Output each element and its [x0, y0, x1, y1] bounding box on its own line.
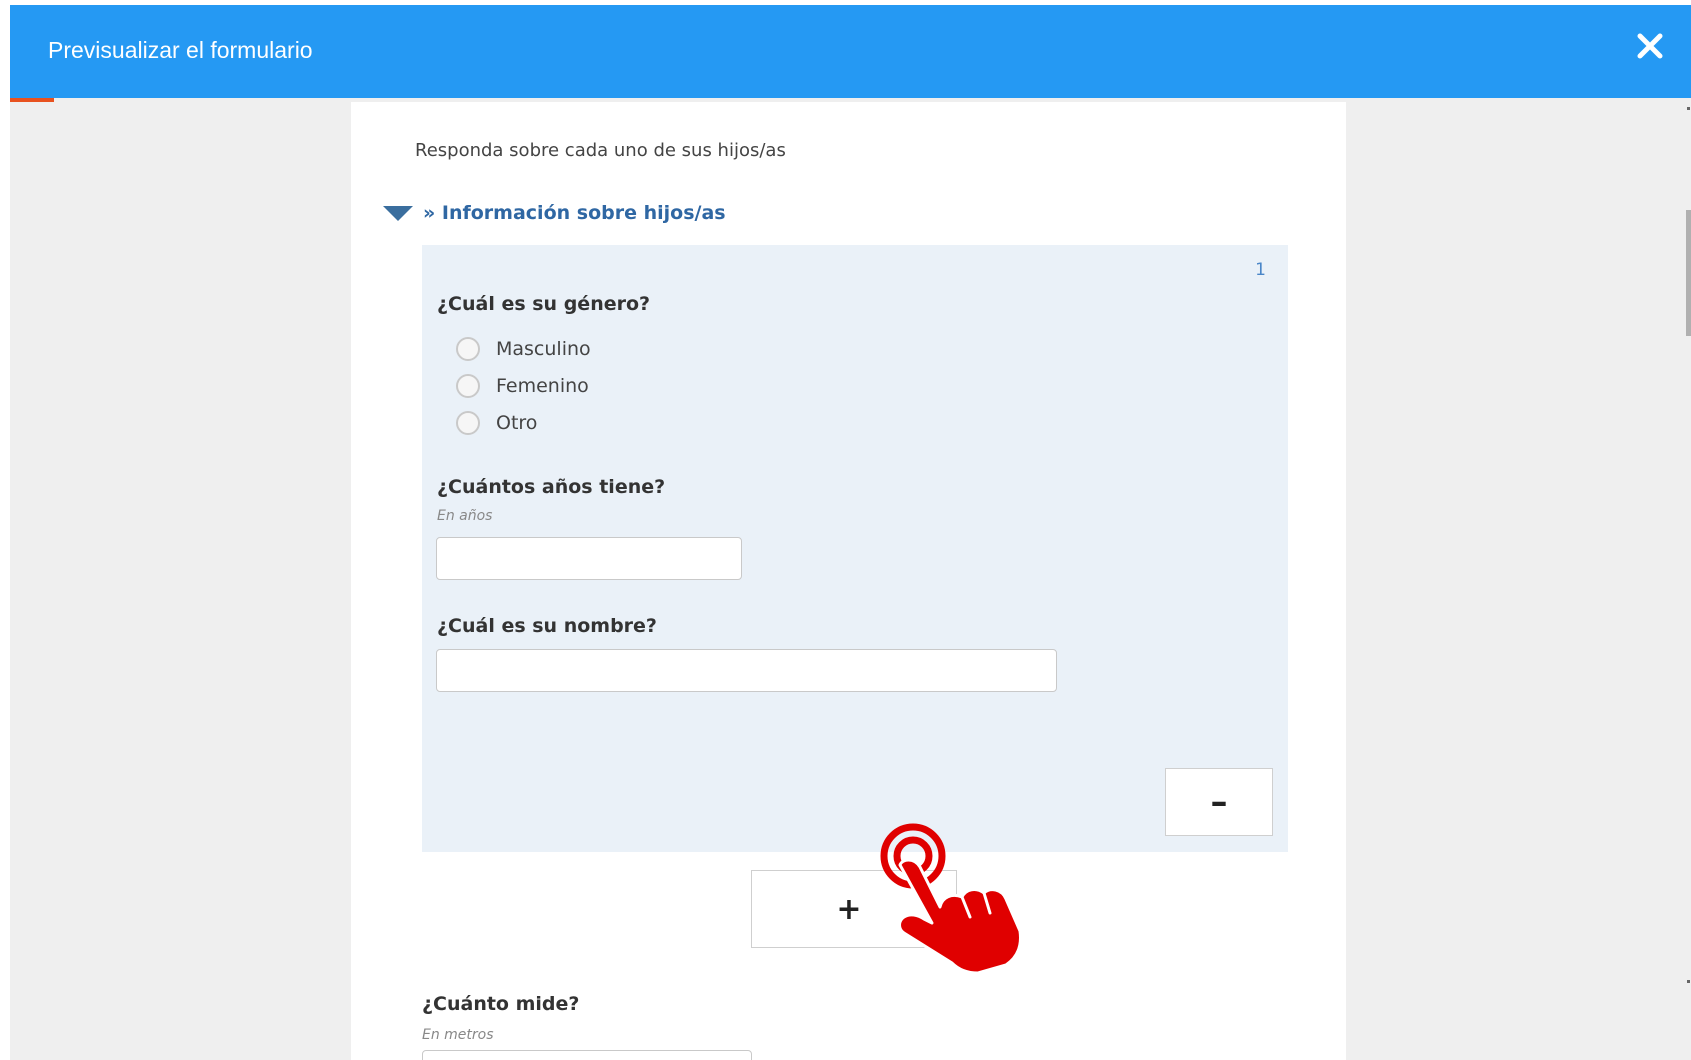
radio-circle[interactable] — [456, 374, 480, 398]
repeat-group: 1 ¿Cuál es su género? Masculino Femenino… — [422, 245, 1288, 852]
collapse-triangle-icon — [383, 205, 413, 221]
header-bar: Previsualizar el formulario — [10, 5, 1691, 98]
radio-femenino[interactable]: Femenino — [456, 374, 589, 398]
radio-circle[interactable] — [456, 411, 480, 435]
question-age: ¿Cuántos años tiene? — [437, 476, 666, 498]
age-input[interactable] — [436, 537, 742, 580]
radio-masculino[interactable]: Masculino — [456, 337, 591, 361]
scrollbar-arrow-down[interactable] — [1687, 980, 1690, 983]
question-gender: ¿Cuál es su género? — [437, 293, 651, 315]
scrollbar-arrow-up[interactable] — [1687, 107, 1690, 110]
radio-otro[interactable]: Otro — [456, 411, 537, 435]
scrollbar-thumb[interactable] — [1686, 210, 1691, 336]
section-title: » Información sobre hijos/as — [423, 202, 726, 224]
question-height: ¿Cuánto mide? — [422, 993, 580, 1015]
radio-label: Otro — [496, 412, 538, 434]
form-intro: Responda sobre cada uno de sus hijos/as — [415, 140, 786, 161]
radio-label: Masculino — [496, 338, 591, 360]
section-toggle[interactable]: » Información sobre hijos/as — [383, 201, 726, 225]
active-indicator — [10, 98, 54, 102]
remove-entry-button[interactable]: – — [1165, 768, 1273, 836]
close-icon[interactable] — [1635, 31, 1665, 61]
question-name: ¿Cuál es su nombre? — [437, 615, 657, 637]
page-title: Previsualizar el formulario — [48, 37, 313, 63]
app-frame: Previsualizar el formulario Responda sob… — [10, 5, 1691, 1060]
radio-label: Femenino — [496, 375, 589, 397]
form-panel: Responda sobre cada uno de sus hijos/as … — [351, 102, 1346, 1060]
age-hint: En años — [437, 508, 493, 524]
pointer-hand-icon — [880, 823, 1020, 973]
group-number: 1 — [1255, 260, 1266, 280]
name-input[interactable] — [436, 649, 1057, 692]
height-input[interactable] — [422, 1050, 752, 1060]
radio-circle[interactable] — [456, 337, 480, 361]
height-hint: En metros — [422, 1027, 494, 1043]
